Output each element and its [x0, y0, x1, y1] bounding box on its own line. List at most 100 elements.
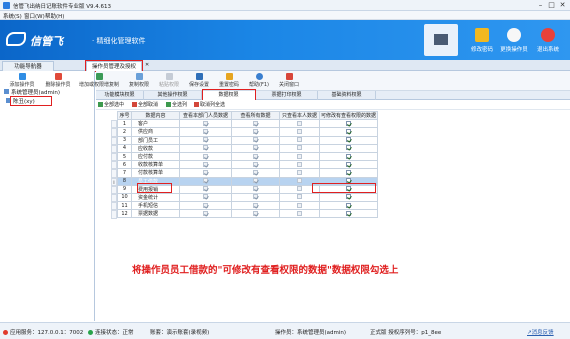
- permission-checkbox[interactable]: [297, 120, 302, 126]
- maximize-button[interactable]: □: [546, 1, 557, 10]
- col-header-content[interactable]: 数据内容: [131, 110, 180, 121]
- permission-checkbox[interactable]: [203, 145, 208, 151]
- menu-window[interactable]: 窗口(W): [24, 12, 45, 20]
- minimize-button[interactable]: –: [535, 1, 546, 10]
- table-row[interactable]: 8 员工借款: [117, 176, 378, 186]
- save-settings-button[interactable]: 保存设置: [184, 72, 214, 90]
- tab-other-permission[interactable]: 其他操作权限: [144, 91, 202, 100]
- permission-checkbox[interactable]: [253, 153, 258, 159]
- permission-checkbox[interactable]: [203, 137, 208, 143]
- cell-content-name[interactable]: 费用报销: [131, 184, 180, 194]
- permission-checkbox[interactable]: [253, 202, 258, 208]
- permission-checkbox[interactable]: [297, 169, 302, 175]
- cell-content-name[interactable]: 供应商: [131, 127, 180, 137]
- exit-system-button[interactable]: 退出系统: [526, 24, 570, 58]
- permission-checkbox[interactable]: [346, 161, 351, 167]
- col-header-self[interactable]: 只查看本人数据: [279, 110, 320, 121]
- permission-checkbox[interactable]: [297, 128, 302, 134]
- permission-checkbox[interactable]: [203, 120, 208, 126]
- permission-checkbox[interactable]: [253, 137, 258, 143]
- cell-content-name[interactable]: 应收款: [131, 143, 180, 153]
- permission-checkbox[interactable]: [297, 194, 302, 200]
- feedback-link[interactable]: ↗消息反馈: [527, 328, 554, 336]
- permission-checkbox[interactable]: [253, 120, 258, 126]
- add-operator-button[interactable]: 添加操作员: [4, 72, 40, 90]
- delete-operator-button[interactable]: 删除操作员: [40, 72, 76, 90]
- help-button[interactable]: 帮助(F1): [244, 72, 274, 90]
- tab-print-permission[interactable]: 票据打印权限: [256, 91, 318, 100]
- permission-checkbox[interactable]: [346, 128, 351, 134]
- permission-checkbox[interactable]: [253, 145, 258, 151]
- permission-checkbox[interactable]: [297, 202, 302, 208]
- permission-checkbox[interactable]: [203, 186, 208, 192]
- cell-content-name[interactable]: 资金统计: [131, 192, 180, 203]
- permission-checkbox[interactable]: [297, 210, 302, 216]
- table-row[interactable]: 7 付款核算单: [117, 168, 378, 178]
- permission-checkbox[interactable]: [346, 178, 351, 184]
- permission-checkbox[interactable]: [297, 178, 302, 184]
- operator-item-xy[interactable]: 陈丑(xy): [6, 97, 35, 105]
- tab-function-navigator[interactable]: 功能导航器: [2, 61, 54, 71]
- permission-checkbox[interactable]: [203, 202, 208, 208]
- table-row[interactable]: 3 部门员工: [117, 135, 378, 145]
- permission-checkbox[interactable]: [346, 120, 351, 126]
- permission-checkbox[interactable]: [203, 210, 208, 216]
- reset-password-button[interactable]: 重置密码: [214, 72, 244, 90]
- permission-checkbox[interactable]: [203, 194, 208, 200]
- paste-permission-button[interactable]: 粘贴权限: [154, 72, 184, 90]
- cell-content-name[interactable]: 付款核算单: [131, 168, 180, 178]
- table-row[interactable]: 5 应付款: [117, 151, 378, 162]
- table-row[interactable]: 4 应收款: [117, 143, 378, 153]
- copy-permission-group-button[interactable]: 增加或权限增复制: [78, 72, 120, 90]
- permission-checkbox[interactable]: [253, 210, 258, 216]
- permission-checkbox[interactable]: [346, 137, 351, 143]
- col-header-dept[interactable]: 查看本部门人员数据: [179, 110, 232, 121]
- col-header-editable[interactable]: 可修改有查看权限的数据: [319, 110, 378, 121]
- menu-help[interactable]: 帮助(H): [45, 12, 64, 20]
- tab-module-permission[interactable]: 功能模块权限: [96, 91, 144, 100]
- permission-checkbox[interactable]: [297, 145, 302, 151]
- cell-content-name[interactable]: 员工借款: [131, 176, 180, 186]
- select-column-button[interactable]: 全选列: [166, 101, 187, 108]
- calendar-button[interactable]: [424, 24, 458, 56]
- cell-content-name[interactable]: 票据数据: [131, 209, 180, 219]
- cell-content-name[interactable]: 客户: [131, 119, 180, 129]
- permission-checkbox[interactable]: [297, 137, 302, 143]
- table-row[interactable]: 11 手机短信: [117, 201, 378, 211]
- tab-close-icon[interactable]: ✕: [145, 62, 149, 68]
- cell-content-name[interactable]: 手机短信: [131, 201, 180, 211]
- permission-checkbox[interactable]: [203, 128, 208, 134]
- permission-checkbox[interactable]: [203, 178, 208, 184]
- permission-checkbox[interactable]: [346, 202, 351, 208]
- table-row[interactable]: 12 票据数据: [117, 209, 378, 219]
- table-row[interactable]: 9 费用报销: [117, 184, 378, 194]
- table-row[interactable]: 1 客户: [117, 119, 378, 129]
- cell-content-name[interactable]: 部门员工: [131, 135, 180, 145]
- permission-checkbox[interactable]: [253, 169, 258, 175]
- permission-checkbox[interactable]: [346, 169, 351, 175]
- table-row[interactable]: 6 收款核算单: [117, 160, 378, 170]
- permission-checkbox[interactable]: [297, 153, 302, 159]
- cancel-column-button[interactable]: 取消列全选: [194, 101, 225, 108]
- col-header-no[interactable]: 序号: [117, 110, 132, 121]
- permission-checkbox[interactable]: [253, 178, 258, 184]
- permission-checkbox[interactable]: [203, 153, 208, 159]
- permission-checkbox[interactable]: [346, 153, 351, 159]
- permission-checkbox[interactable]: [346, 210, 351, 216]
- tab-operator-management[interactable]: 操作员管理及授权: [86, 61, 142, 71]
- cancel-all-button[interactable]: 全部取消: [132, 101, 158, 108]
- close-window-button[interactable]: ✕: [557, 1, 568, 10]
- col-header-all[interactable]: 查看所有数据: [231, 110, 280, 121]
- permission-checkbox[interactable]: [346, 186, 351, 192]
- permission-checkbox[interactable]: [203, 161, 208, 167]
- menu-system[interactable]: 系统(S): [3, 12, 22, 20]
- tab-base-data-permission[interactable]: 基础资料权限: [318, 91, 376, 100]
- permission-checkbox[interactable]: [297, 186, 302, 192]
- tab-data-permission[interactable]: 数据权限: [202, 91, 256, 100]
- select-all-button[interactable]: 全部选中: [98, 101, 124, 108]
- permission-checkbox[interactable]: [253, 194, 258, 200]
- cell-content-name[interactable]: 应付款: [131, 151, 180, 162]
- permission-checkbox[interactable]: [203, 169, 208, 175]
- copy-permission-button[interactable]: 复制权限: [124, 72, 154, 90]
- permission-checkbox[interactable]: [253, 161, 258, 167]
